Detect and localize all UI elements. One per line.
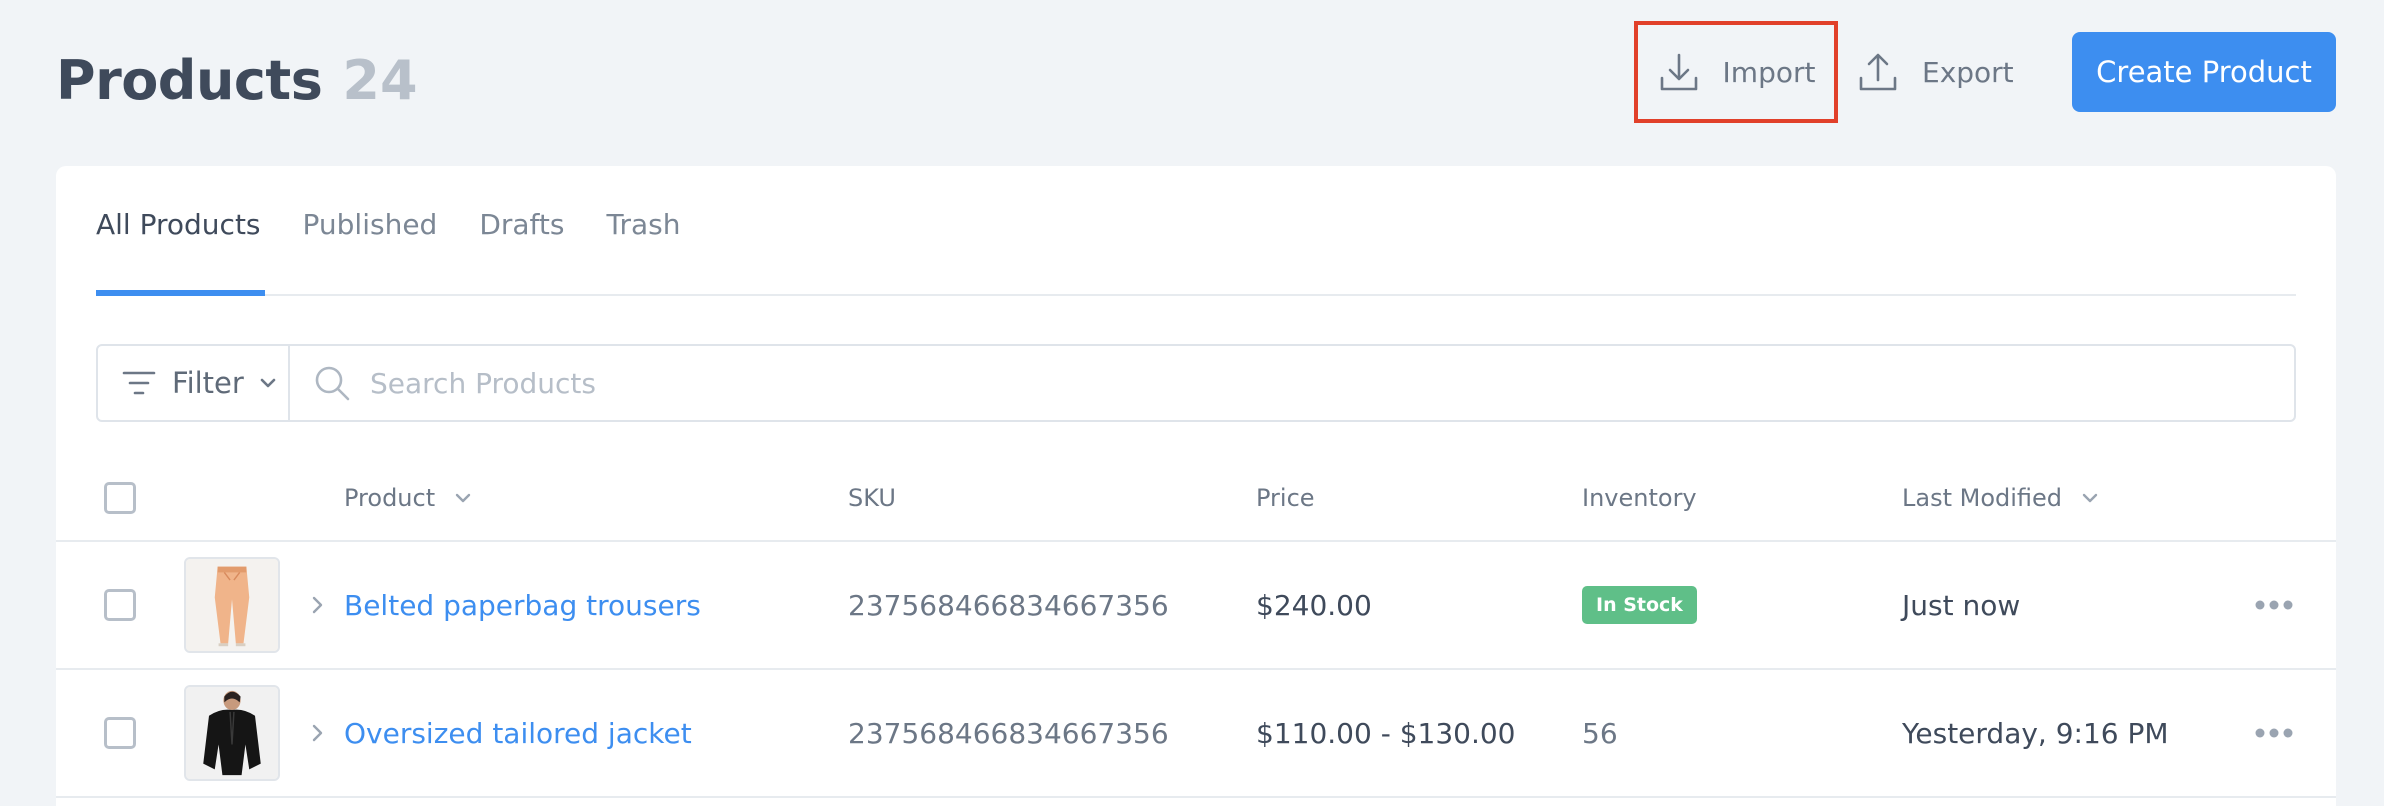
column-product[interactable]: Product [344, 456, 473, 540]
header-actions: Import Export Create Product [1634, 21, 2336, 123]
trousers-image [186, 559, 278, 651]
modified-cell: Yesterday, 9:16 PM [1902, 670, 2169, 796]
sku-cell: 237568466834667356 [848, 542, 1169, 668]
product-thumbnail [184, 557, 280, 653]
select-all-cell [104, 456, 136, 540]
search-input[interactable] [370, 366, 2294, 400]
import-label: Import [1722, 55, 1816, 89]
product-thumbnail [184, 685, 280, 781]
column-last-modified[interactable]: Last Modified [1902, 456, 2100, 540]
row-actions-cell [2254, 670, 2294, 796]
product-name-link[interactable]: Oversized tailored jacket [344, 717, 692, 750]
modified-value: Just now [1902, 588, 2021, 622]
products-card: All Products Published Drafts Trash Filt… [56, 166, 2336, 806]
filter-button[interactable]: Filter [98, 346, 290, 420]
filter-icon [122, 371, 156, 395]
table-header: Product SKU Price Inventory Last Modifie… [56, 456, 2336, 542]
table-row[interactable]: Belted paperbag trousers 237568466834667… [56, 542, 2336, 670]
modified-value: Yesterday, 9:16 PM [1902, 716, 2169, 750]
price-cell: $240.00 [1256, 542, 1372, 668]
inventory-cell: 56 [1582, 670, 1618, 796]
chevron-right-icon[interactable] [306, 722, 328, 744]
create-product-button[interactable]: Create Product [2072, 32, 2336, 112]
product-thumbnail-cell [184, 542, 280, 668]
chevron-down-icon [2082, 493, 2098, 503]
chevron-right-icon[interactable] [306, 594, 328, 616]
column-sku: SKU [848, 484, 896, 512]
sku-value: 237568466834667356 [848, 588, 1169, 622]
product-name-link[interactable]: Belted paperbag trousers [344, 589, 701, 622]
jacket-image [186, 687, 278, 779]
more-options-icon[interactable] [2254, 727, 2294, 739]
tab-drafts[interactable]: Drafts [479, 164, 564, 294]
expand-cell [306, 542, 328, 668]
chevron-down-icon [455, 493, 471, 503]
column-price: Price [1256, 484, 1315, 512]
sku-cell: 237568466834667356 [848, 670, 1169, 796]
select-all-checkbox[interactable] [104, 482, 136, 514]
filter-search-bar: Filter [96, 344, 2296, 422]
filter-label: Filter [172, 366, 244, 400]
upload-icon [1859, 53, 1897, 91]
row-select-cell [104, 542, 136, 668]
inventory-count: 56 [1582, 716, 1618, 750]
page-header: Products 24 [56, 40, 418, 120]
inventory-cell: In Stock [1582, 542, 1697, 668]
row-actions-cell [2254, 542, 2294, 668]
download-icon [1660, 53, 1697, 91]
modified-cell: Just now [1902, 542, 2020, 668]
status-badge: In Stock [1582, 586, 1697, 624]
price-value: $110.00 - $130.00 [1256, 716, 1516, 750]
chevron-down-icon [260, 378, 276, 388]
more-options-icon[interactable] [2254, 599, 2294, 611]
tab-all-products[interactable]: All Products [96, 164, 265, 296]
search-icon [315, 366, 350, 401]
products-page: Products 24 Import Export Create Product… [0, 0, 2384, 806]
tab-bar: All Products Published Drafts Trash [96, 166, 2296, 296]
expand-cell [306, 670, 328, 796]
product-name-cell: Belted paperbag trousers [344, 542, 701, 668]
page-title: Products [56, 48, 323, 112]
table-row[interactable]: Oversized tailored jacket 23756846683466… [56, 670, 2336, 798]
export-button[interactable]: Export [1846, 22, 2042, 122]
tab-published[interactable]: Published [303, 164, 438, 294]
sku-value: 237568466834667356 [848, 716, 1169, 750]
price-value: $240.00 [1256, 588, 1372, 622]
row-checkbox[interactable] [104, 717, 136, 749]
product-count: 24 [342, 48, 418, 112]
export-label: Export [1922, 55, 2014, 89]
column-last-modified-label: Last Modified [1902, 484, 2063, 512]
column-inventory: Inventory [1582, 484, 1697, 512]
row-select-cell [104, 670, 136, 796]
search-box [290, 346, 2294, 420]
product-name-cell: Oversized tailored jacket [344, 670, 692, 796]
column-product-label: Product [344, 484, 436, 512]
row-checkbox[interactable] [104, 589, 136, 621]
tab-trash[interactable]: Trash [607, 164, 681, 294]
price-cell: $110.00 - $130.00 [1256, 670, 1515, 796]
product-thumbnail-cell [184, 670, 280, 796]
import-button[interactable]: Import [1634, 21, 1838, 123]
